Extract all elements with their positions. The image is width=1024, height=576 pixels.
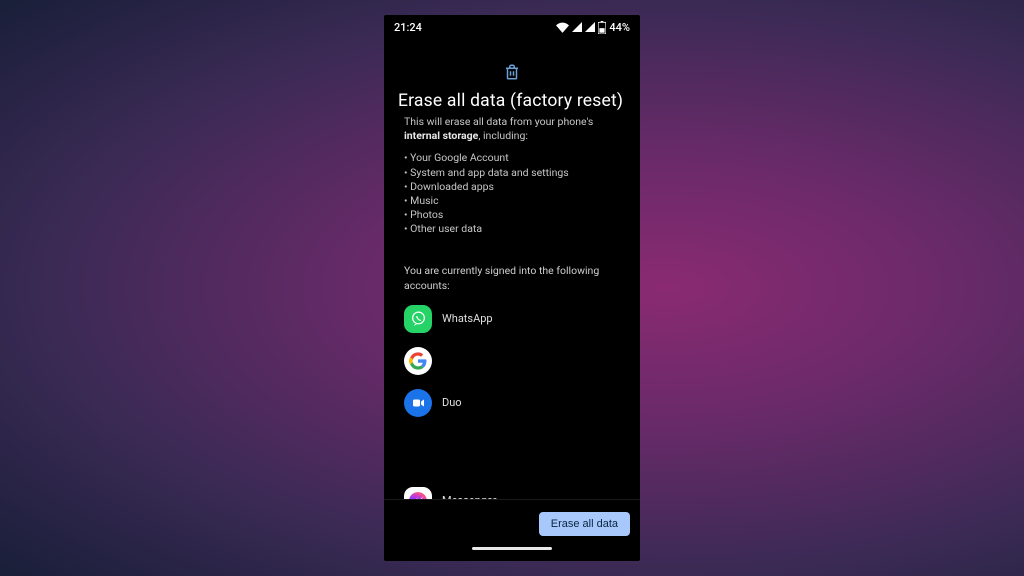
bullet-item: Other user data: [404, 222, 626, 236]
duo-icon: [404, 389, 432, 417]
bullet-item: Your Google Account: [404, 151, 626, 165]
battery-pct: 44%: [609, 21, 630, 34]
bullet-list: Your Google AccountSystem and app data a…: [398, 151, 626, 236]
bullet-item: Photos: [404, 208, 626, 222]
messenger-icon: [404, 487, 432, 499]
account-row-google[interactable]: [404, 347, 626, 375]
battery-icon: [598, 21, 606, 34]
status-time: 21:24: [394, 21, 422, 34]
phone-frame: 21:24 44% Erase all data (factory reset)…: [384, 15, 640, 561]
whatsapp-icon: [404, 305, 432, 333]
account-row-messenger[interactable]: Messenger: [404, 487, 626, 499]
bullet-item: Downloaded apps: [404, 180, 626, 194]
account-row-whatsapp[interactable]: WhatsApp: [404, 305, 626, 333]
account-list: WhatsApp Duo Messenger: [398, 305, 626, 499]
nav-handle[interactable]: [472, 547, 552, 550]
account-label: Duo: [442, 396, 462, 409]
google-icon: [404, 347, 432, 375]
status-bar: 21:24 44%: [384, 15, 640, 39]
signal-icon-2: [585, 22, 595, 32]
erase-all-data-button[interactable]: Erase all data: [539, 512, 630, 536]
account-row-duo[interactable]: Duo: [404, 389, 626, 417]
wifi-icon: [556, 22, 569, 33]
page-title: Erase all data (factory reset): [398, 91, 626, 111]
content-area[interactable]: Erase all data (factory reset) This will…: [384, 39, 640, 499]
signal-icon: [572, 22, 582, 32]
trash-icon: [503, 63, 521, 81]
nav-bar: [384, 547, 640, 561]
bullet-item: Music: [404, 194, 626, 208]
footer-bar: Erase all data: [384, 499, 640, 547]
accounts-heading: You are currently signed into the follow…: [398, 264, 626, 292]
bullet-item: System and app data and settings: [404, 166, 626, 180]
intro-text: This will erase all data from your phone…: [398, 115, 626, 143]
status-right: 44%: [556, 21, 630, 34]
account-label: WhatsApp: [442, 312, 493, 325]
